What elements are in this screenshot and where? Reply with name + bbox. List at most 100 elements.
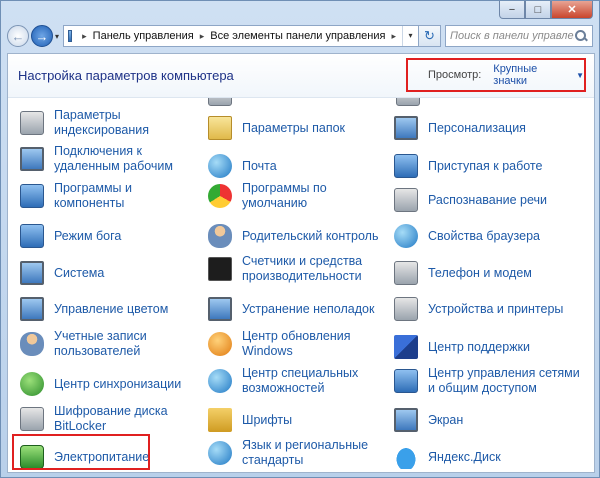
close-button[interactable]: ✕ — [551, 1, 593, 19]
fonts-icon — [208, 408, 232, 432]
cp-item[interactable]: Центр управления сетями и общим доступом — [394, 366, 580, 396]
breadcrumb-all-items[interactable]: Все элементы панели управления — [210, 30, 385, 42]
cp-item-label[interactable]: Родительский контроль — [242, 229, 378, 244]
cp-item[interactable]: Программы по умолчанию — [208, 181, 327, 211]
cp-item[interactable]: Параметры индексирования — [20, 108, 149, 138]
cp-item-label[interactable]: Свойства браузера — [428, 229, 540, 244]
cp-item[interactable]: Центр поддержки — [394, 335, 530, 359]
cp-item[interactable]: Родительский контроль — [208, 224, 378, 248]
cp-item[interactable]: Свойства браузера — [394, 224, 540, 248]
cp-item[interactable]: Распознавание речи — [394, 188, 547, 212]
cp-item-label[interactable]: Режим бога — [54, 229, 121, 244]
cp-item[interactable]: Центр обновления Windows — [208, 329, 350, 359]
cp-item-label[interactable]: Язык и региональные стандарты — [242, 438, 368, 468]
cp-item[interactable]: Язык и региональные стандарты — [208, 438, 368, 468]
address-dropdown-button[interactable]: ▾ — [402, 26, 418, 46]
cp-item-label[interactable]: Центр поддержки — [428, 340, 530, 355]
view-by-selector[interactable]: Просмотр: Крупные значки ▼ — [406, 58, 586, 92]
cp-item-label[interactable]: Счетчики и средства производительности — [242, 254, 362, 284]
cp-item[interactable]: Подключения к удаленным рабочим — [20, 144, 173, 174]
cp-item-label[interactable]: Учетные записи пользователей — [54, 329, 147, 359]
refresh-icon: ↻ — [424, 28, 435, 43]
view-by-label: Просмотр: — [428, 69, 482, 81]
search-box[interactable] — [445, 25, 593, 47]
cp-item-label[interactable]: Почта — [242, 159, 277, 174]
indexing-icon — [20, 111, 44, 135]
cp-item-label[interactable]: Центр управления сетями и общим доступом — [428, 366, 580, 396]
cp-item-label[interactable]: Телефон и модем — [428, 266, 532, 281]
cp-item[interactable]: Режим бога — [20, 224, 121, 248]
cp-item-label[interactable]: Программы и компоненты — [54, 181, 132, 211]
action-center-icon — [394, 335, 418, 359]
cp-item[interactable]: Персонализация — [394, 116, 526, 140]
cp-item[interactable]: Программы и компоненты — [20, 181, 132, 211]
region-language-icon — [208, 441, 232, 465]
cp-item[interactable]: Приступая к работе — [394, 154, 542, 178]
cp-item[interactable]: Учетные записи пользователей — [20, 329, 147, 359]
cp-item-label[interactable]: Шрифты — [242, 413, 292, 428]
chevron-down-icon[interactable]: ▼ — [576, 71, 584, 80]
cp-item[interactable]: Почта — [208, 154, 277, 178]
cp-item[interactable]: Управление цветом — [20, 297, 168, 321]
clipped-item-icon — [396, 98, 420, 106]
crumb-separator[interactable]: ▸ — [391, 31, 396, 42]
cp-item[interactable]: Счетчики и средства производительности — [208, 254, 362, 284]
cp-item[interactable]: Параметры папок — [208, 116, 345, 140]
cp-item[interactable]: Шрифты — [208, 408, 292, 432]
cp-item-label[interactable]: Экран — [428, 413, 463, 428]
back-arrow-icon: ← — [11, 28, 25, 44]
crumb-separator[interactable]: ▸ — [200, 31, 205, 42]
cp-item-label[interactable]: Персонализация — [428, 121, 526, 136]
minimize-button[interactable]: − — [499, 1, 525, 19]
performance-icon — [208, 257, 232, 281]
troubleshooting-icon — [208, 297, 232, 321]
cp-item[interactable]: Центр синхронизации — [20, 372, 181, 396]
cp-item-label[interactable]: Подключения к удаленным рабочим — [54, 144, 173, 174]
cp-item[interactable]: Яндекс.Диск — [394, 445, 501, 469]
cp-item[interactable]: Устройства и принтеры — [394, 297, 563, 321]
search-icon[interactable] — [574, 29, 588, 43]
highlight-box — [12, 434, 150, 470]
cp-item[interactable]: Система — [20, 261, 104, 285]
cp-item-label[interactable]: Приступая к работе — [428, 159, 542, 174]
folder-options-icon — [208, 116, 232, 140]
personalization-icon — [394, 116, 418, 140]
cp-item-label[interactable]: Система — [54, 266, 104, 281]
accessibility-icon — [208, 369, 232, 393]
forward-arrow-icon: → — [35, 28, 49, 44]
header-band: Настройка параметров компьютера Просмотр… — [8, 54, 594, 98]
address-bar[interactable]: ▸ Панель управления ▸ Все элементы панел… — [63, 25, 419, 47]
cp-item-label[interactable]: Центр синхронизации — [54, 377, 181, 392]
cp-item-label[interactable]: Центр специальных возможностей — [242, 366, 358, 396]
cp-item-label[interactable]: Управление цветом — [54, 302, 168, 317]
crumb-separator[interactable]: ▸ — [82, 31, 87, 42]
view-by-value[interactable]: Крупные значки — [493, 63, 570, 87]
forward-button[interactable]: → — [31, 25, 53, 47]
remote-desktop-icon — [20, 147, 44, 171]
cp-item-label[interactable]: Программы по умолчанию — [242, 181, 327, 211]
maximize-button[interactable]: □ — [525, 1, 551, 19]
navigation-toolbar: ← → ▾ ▸ Панель управления ▸ Все элементы… — [7, 23, 593, 49]
cp-item-label[interactable]: Устройства и принтеры — [428, 302, 563, 317]
mail-icon — [208, 154, 232, 178]
cp-item-label[interactable]: Параметры папок — [242, 121, 345, 136]
cp-item[interactable]: Центр специальных возможностей — [208, 366, 358, 396]
cp-item[interactable]: Шифрование диска BitLocker — [20, 404, 168, 434]
refresh-button[interactable]: ↻ — [419, 25, 441, 47]
cp-item-label[interactable]: Устранение неполадок — [242, 302, 374, 317]
cp-item-label[interactable]: Центр обновления Windows — [242, 329, 350, 359]
back-button[interactable]: ← — [7, 25, 29, 47]
cp-item-label[interactable]: Распознавание речи — [428, 193, 547, 208]
cp-item-label[interactable]: Параметры индексирования — [54, 108, 149, 138]
cp-item-label[interactable]: Шифрование диска BitLocker — [54, 404, 168, 434]
content-pane: Настройка параметров компьютера Просмотр… — [7, 53, 595, 473]
scrolled-item-fragment — [396, 98, 456, 106]
search-input[interactable] — [450, 30, 574, 42]
recent-pages-button[interactable]: ▾ — [55, 32, 59, 41]
control-panel-icon — [68, 30, 73, 42]
cp-item[interactable]: Телефон и модем — [394, 261, 532, 285]
cp-item[interactable]: Устранение неполадок — [208, 297, 374, 321]
breadcrumb-control-panel[interactable]: Панель управления — [93, 30, 194, 42]
cp-item-label[interactable]: Яндекс.Диск — [428, 450, 501, 465]
cp-item[interactable]: Экран — [394, 408, 463, 432]
